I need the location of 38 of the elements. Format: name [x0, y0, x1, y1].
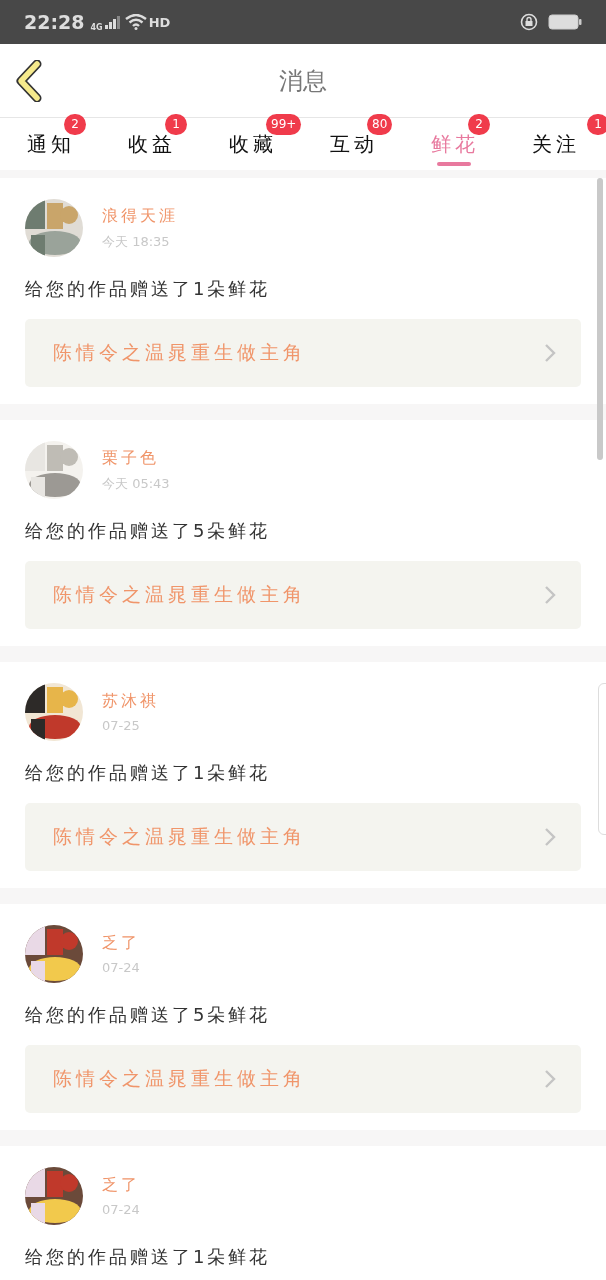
message-text: 给您的作品赠送了5朵鲜花: [25, 519, 272, 543]
signal-icon: [104, 15, 121, 29]
user-name[interactable]: 栗子色: [102, 447, 170, 469]
count-badge: 80: [367, 114, 393, 135]
message-text: 给您的作品赠送了1朵鲜花: [25, 1245, 272, 1269]
user-name[interactable]: 浪得天涯: [102, 205, 178, 227]
work-title: 陈情令之温晁重生做主角: [53, 824, 306, 849]
chevron-right-icon: [544, 585, 556, 605]
network-type: 4G: [90, 23, 103, 32]
count-badge: 2: [64, 114, 86, 135]
hd-call-label: HD: [148, 14, 171, 30]
battery-icon: [548, 14, 582, 30]
rotation-lock-icon: [520, 13, 538, 31]
work-link[interactable]: 陈情令之温晁重生做主角: [25, 561, 581, 629]
message-text: 给您的作品赠送了1朵鲜花: [25, 277, 272, 301]
work-link[interactable]: 陈情令之温晁重生做主角: [25, 803, 581, 871]
clock-time: 22:28: [24, 11, 85, 33]
page-title: 消息: [279, 65, 327, 97]
wifi-icon: [124, 14, 147, 30]
count-badge: 99+: [266, 114, 302, 135]
work-title: 陈情令之温晁重生做主角: [53, 1066, 306, 1091]
chevron-right-icon: [544, 827, 556, 847]
message-text: 给您的作品赠送了5朵鲜花: [25, 1003, 272, 1027]
tab-underline: [437, 162, 471, 166]
work-title: 陈情令之温晁重生做主角: [53, 582, 306, 607]
user-name[interactable]: 乏了: [102, 933, 140, 954]
count-badge: 1: [165, 114, 187, 135]
message-text: 给您的作品赠送了1朵鲜花: [25, 761, 272, 785]
chevron-right-icon: [544, 1069, 556, 1089]
work-link[interactable]: 陈情令之温晁重生做主角: [25, 319, 581, 387]
scrollbar[interactable]: [597, 178, 603, 460]
work-title: 陈情令之温晁重生做主角: [53, 340, 306, 365]
user-name[interactable]: 乏了: [102, 1175, 140, 1196]
chevron-right-icon: [544, 343, 556, 363]
work-link[interactable]: 陈情令之温晁重生做主角: [25, 1045, 581, 1113]
count-badge: 1: [587, 114, 606, 135]
user-name[interactable]: 苏沐祺: [102, 691, 159, 712]
count-badge: 2: [468, 114, 490, 135]
